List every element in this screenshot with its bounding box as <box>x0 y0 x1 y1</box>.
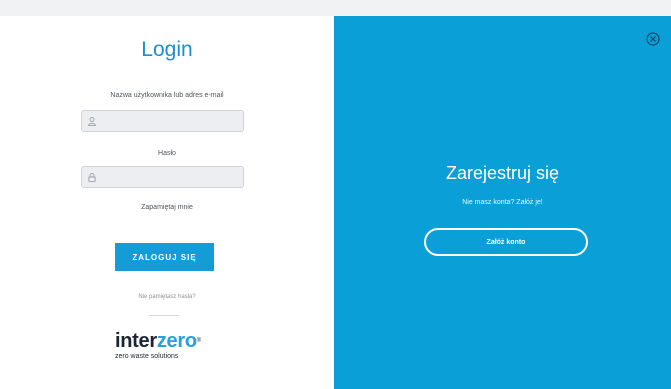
register-panel: Zarejestruj się Nie masz konta? Załóż je… <box>334 16 671 389</box>
forgot-password-link[interactable]: Nie pamiętasz hasła? <box>0 294 334 300</box>
password-label: Hasło <box>158 150 176 157</box>
page-top-bar <box>0 0 671 16</box>
password-field[interactable] <box>81 166 244 188</box>
password-input[interactable] <box>96 168 240 186</box>
login-button[interactable]: ZALOGUJ SIĘ <box>115 243 214 271</box>
divider <box>149 315 179 316</box>
close-button[interactable] <box>645 32 661 48</box>
login-title: Login <box>141 38 193 61</box>
logo-tagline: zero waste solutions <box>115 353 179 360</box>
logo-word-inter: inter <box>115 330 157 352</box>
username-label: Nazwa użytkownika lub adres e-mail <box>110 92 224 99</box>
register-title: Zarejestruj się <box>445 163 560 183</box>
register-subtitle: Nie masz konta? Załóż je! <box>462 199 543 206</box>
logo-wordmark: interzero® <box>115 330 235 352</box>
remember-me-checkbox[interactable]: Zapamiętaj mnie <box>0 204 334 211</box>
logo-word-zero: zero <box>156 330 197 352</box>
login-modal: Login Nazwa użytkownika lub adres e-mail… <box>0 16 671 389</box>
login-panel: Login Nazwa użytkownika lub adres e-mail… <box>0 16 334 389</box>
interzero-logo: interzero® zero waste solutions <box>115 330 235 361</box>
lock-icon <box>88 172 96 182</box>
username-input[interactable] <box>96 112 240 130</box>
create-account-button[interactable]: Załóż konto <box>424 228 588 256</box>
username-field[interactable] <box>81 110 244 132</box>
logo-registered-mark: ® <box>196 338 201 344</box>
close-circle-icon <box>646 32 660 46</box>
user-icon <box>88 116 96 126</box>
